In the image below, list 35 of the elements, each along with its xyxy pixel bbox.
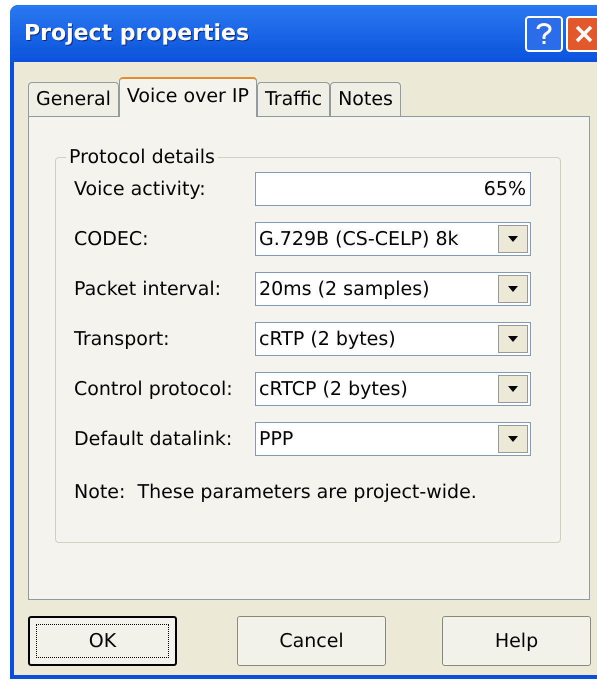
note-text: Note: These parameters are project-wide. xyxy=(74,480,478,505)
close-icon xyxy=(574,24,594,44)
dropdown-arrow-button[interactable] xyxy=(498,275,528,303)
down-arrow-icon xyxy=(508,236,518,242)
dropdown-arrow-button[interactable] xyxy=(498,375,528,403)
down-arrow-icon xyxy=(508,386,518,392)
field-label: CODEC: xyxy=(74,226,150,252)
dialog-button[interactable]: OK xyxy=(28,616,177,666)
dialog-button[interactable]: Help xyxy=(442,616,591,666)
field-label: Control protocol: xyxy=(74,376,234,402)
dropdown-arrow-button[interactable] xyxy=(498,325,528,353)
tab[interactable]: Voice over IP xyxy=(118,77,257,117)
down-arrow-icon xyxy=(508,436,518,442)
close-button[interactable] xyxy=(566,16,597,52)
dropdown[interactable]: cRTCP (2 bytes) xyxy=(255,372,531,406)
dropdown-arrow-button[interactable] xyxy=(498,225,528,253)
dropdown[interactable]: cRTP (2 bytes) xyxy=(255,322,531,356)
tab[interactable]: Traffic xyxy=(256,82,330,116)
dialog-button[interactable]: Cancel xyxy=(237,616,386,666)
dropdown[interactable]: PPP xyxy=(255,422,531,456)
input-field[interactable]: 65% xyxy=(255,172,531,206)
tab[interactable]: Notes xyxy=(330,82,401,116)
dropdown[interactable]: 20ms (2 samples) xyxy=(255,272,531,306)
dropdown-arrow-button[interactable] xyxy=(498,425,528,453)
down-arrow-icon xyxy=(508,286,518,292)
down-arrow-icon xyxy=(508,336,518,342)
field-label: Packet interval: xyxy=(74,276,222,302)
field-label: Transport: xyxy=(74,326,171,352)
field-label: Default datalink: xyxy=(74,426,234,452)
question-mark-icon xyxy=(535,22,553,46)
window-title: Project properties xyxy=(24,20,250,48)
field-label: Voice activity: xyxy=(74,176,207,202)
tab[interactable]: General xyxy=(28,82,119,116)
help-button[interactable] xyxy=(525,16,563,52)
dropdown[interactable]: G.729B (CS-CELP) 8k xyxy=(255,222,531,256)
